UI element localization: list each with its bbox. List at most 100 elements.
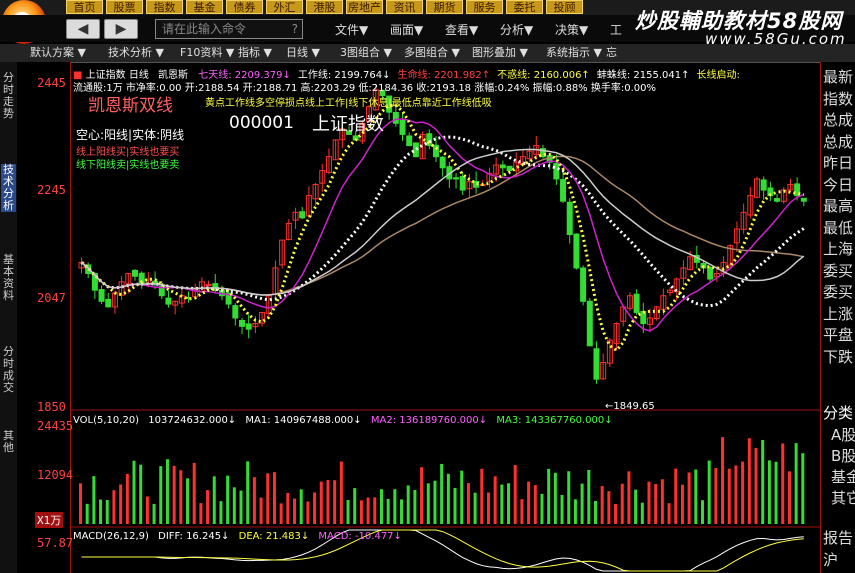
volume-bar — [721, 437, 725, 524]
menu-button[interactable]: 委托 — [506, 0, 543, 14]
candle — [633, 293, 640, 313]
left-tab[interactable]: 分时走势 — [1, 72, 16, 120]
left-tab[interactable]: 其他 — [1, 430, 16, 454]
quote-label: 最新 — [823, 68, 854, 86]
chart-tab[interactable]: 技术分析 ▼ — [108, 45, 164, 61]
toolbar-menu[interactable]: 工 — [610, 21, 622, 38]
stock-name: 上证指数 — [312, 114, 384, 135]
volume-bar — [105, 500, 109, 524]
candle — [439, 156, 446, 169]
volume-bar — [313, 492, 317, 524]
volume-bar — [359, 500, 363, 524]
menu-button[interactable]: 房地产 — [346, 0, 383, 14]
volume-bar — [794, 443, 798, 524]
volume-bar — [373, 497, 377, 524]
toolbar-menu[interactable]: 分析▼ — [500, 21, 533, 38]
menu-button[interactable]: 指数 — [146, 0, 183, 14]
candle — [399, 119, 406, 135]
volume-bar — [573, 499, 577, 524]
left-tab[interactable]: 技术分析 — [1, 164, 16, 212]
volume-bar — [647, 481, 651, 524]
candle — [299, 211, 306, 219]
left-tab-bar — [0, 62, 18, 573]
volume-bar — [520, 499, 524, 524]
chart-tab[interactable]: F10资料 ▼ — [180, 45, 234, 61]
menu-button[interactable]: 服务 — [466, 0, 503, 14]
category-item[interactable]: B股 — [831, 445, 855, 466]
volume-bar — [446, 473, 450, 524]
menu-button[interactable]: 首页 — [66, 0, 103, 14]
candle — [205, 284, 212, 287]
volume-bar — [239, 490, 243, 524]
quote-label: 委买 — [823, 261, 854, 280]
forward-arrow-icon[interactable]: ▶ — [104, 19, 138, 39]
chart-tab[interactable]: 指标 ▼ — [238, 45, 272, 61]
volume-bar — [159, 466, 163, 524]
volume-bar — [266, 473, 270, 524]
candle — [453, 177, 460, 180]
menu-button[interactable]: 资讯 — [386, 0, 423, 14]
menu-button[interactable]: 港股 — [306, 0, 343, 14]
toolbar-menu[interactable]: 查看▼ — [445, 21, 478, 38]
price-tick: 2047 — [37, 291, 66, 305]
menu-button[interactable]: 外汇 — [266, 0, 303, 14]
chart-tab[interactable]: 多图组合 ▼ — [404, 45, 460, 61]
report-item: 报告 — [823, 529, 854, 547]
volume-bar — [513, 465, 517, 524]
volume-bar — [433, 480, 437, 524]
price-tick: 1850 — [37, 400, 66, 414]
menu-button[interactable]: 投顾 — [546, 0, 583, 14]
volume-bar — [99, 499, 103, 524]
toolbar-menu[interactable]: 决策▼ — [555, 21, 588, 38]
chart-tab[interactable]: 系统指示 ▼ — [546, 45, 602, 61]
volume-bar — [527, 481, 531, 524]
back-arrow-icon[interactable]: ◀ — [66, 19, 100, 39]
volume-bar — [761, 439, 765, 524]
volume-bar — [413, 489, 417, 524]
candle — [774, 198, 781, 202]
price-tick: 2245 — [37, 183, 66, 197]
volume-bar — [567, 471, 571, 524]
menu-button[interactable]: 基金 — [186, 0, 223, 14]
category-item[interactable]: 基金 — [831, 466, 855, 487]
volume-bar — [339, 461, 343, 524]
quote-label: 指数 — [823, 89, 854, 108]
macd-header: MACD(26,12,9) DIFF: 16.245↓ DEA: 21.483↓… — [73, 531, 402, 542]
chart-tab[interactable]: 图形叠加 ▼ — [472, 45, 528, 61]
menu-button[interactable]: 期货 — [426, 0, 463, 14]
candle — [580, 267, 587, 302]
quote-label: 上海 — [823, 240, 854, 258]
volume-bar — [79, 483, 82, 524]
price-tick: 2445 — [37, 76, 66, 90]
volume-bar — [540, 493, 544, 524]
candle — [165, 297, 172, 305]
chart-tab[interactable]: 默认方案 ▼ — [30, 45, 86, 61]
left-tab[interactable]: 分时成交 — [1, 346, 16, 394]
volume-bar — [279, 503, 283, 524]
hollow-note: 空心:阳线|实体:阴线 — [76, 128, 185, 142]
chart-tab[interactable]: 日线 ▼ — [286, 45, 320, 61]
category-item[interactable]: A股 — [831, 424, 855, 445]
overlay-legend: 黄点工作线多空停损点线上工作|线下休息|最低点靠近工作线低吸 — [205, 98, 492, 109]
volume-bar — [640, 502, 644, 524]
chart-tab[interactable]: 3图组合 ▼ — [340, 45, 392, 61]
menu-button[interactable]: 债券 — [226, 0, 263, 14]
menu-button[interactable]: 股票 — [106, 0, 143, 14]
command-input[interactable]: 请在此输入命令 ? — [155, 19, 303, 39]
volume-bar — [179, 470, 183, 524]
volume-bar — [560, 494, 564, 524]
quote-label: 昨日 — [823, 154, 854, 172]
toolbar-menu[interactable]: 画面▼ — [390, 21, 423, 38]
volume-bar — [667, 503, 671, 524]
chart-tab[interactable]: 忘 — [606, 45, 617, 61]
volume-bar — [593, 500, 597, 524]
volume-bar — [466, 483, 470, 524]
toolbar-menu[interactable]: 文件▼ — [335, 21, 368, 38]
left-tab[interactable]: 基本资料 — [1, 254, 16, 302]
volume-bar — [293, 498, 297, 524]
volume-bar — [119, 484, 123, 524]
candle — [593, 348, 600, 380]
candlestick-series — [78, 83, 807, 384]
category-item[interactable]: 其它 — [831, 487, 855, 508]
volume-bar — [500, 484, 504, 524]
